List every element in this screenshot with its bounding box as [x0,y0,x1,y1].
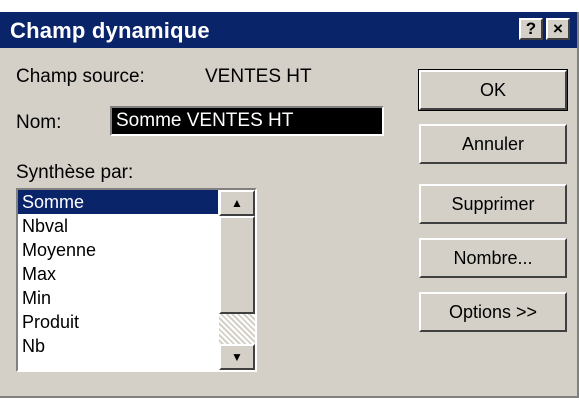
cancel-button[interactable]: Annuler [419,124,567,164]
close-button[interactable]: × [546,18,570,40]
list-scrollbar[interactable]: ▲ ▼ [219,190,255,370]
title-bar: Champ dynamique ? × [0,12,577,48]
delete-button[interactable]: Supprimer [419,184,567,224]
list-item-min[interactable]: Min [18,286,218,310]
source-label: Champ source: [16,66,145,87]
name-field[interactable]: Somme VENTES HT [110,106,384,136]
dialog-window: Champ dynamique ? × Champ source: VENTES… [0,12,579,398]
summary-listbox[interactable]: Somme Nbval Moyenne Max Min Produit Nb ▲… [16,188,257,372]
list-item-somme[interactable]: Somme [18,190,218,214]
list-item-moyenne[interactable]: Moyenne [18,238,218,262]
summary-items: Somme Nbval Moyenne Max Min Produit Nb [18,190,218,370]
scroll-thumb[interactable] [219,216,255,314]
help-button[interactable]: ? [519,18,543,40]
list-item-produit[interactable]: Produit [18,310,218,334]
dialog-title: Champ dynamique [10,18,210,43]
options-button[interactable]: Options >> [419,292,567,332]
arrow-down-icon: ▼ [231,350,243,364]
name-label: Nom: [16,112,62,133]
scroll-up-button[interactable]: ▲ [219,190,255,216]
list-item-nb[interactable]: Nb [18,334,218,358]
number-button[interactable]: Nombre... [419,238,567,278]
arrow-up-icon: ▲ [231,196,243,210]
scroll-down-button[interactable]: ▼ [219,344,255,370]
summary-label: Synthèse par: [16,162,134,183]
list-item-max[interactable]: Max [18,262,218,286]
source-value: VENTES HT [205,66,312,87]
ok-button[interactable]: OK [418,69,568,111]
list-item-nbval[interactable]: Nbval [18,214,218,238]
